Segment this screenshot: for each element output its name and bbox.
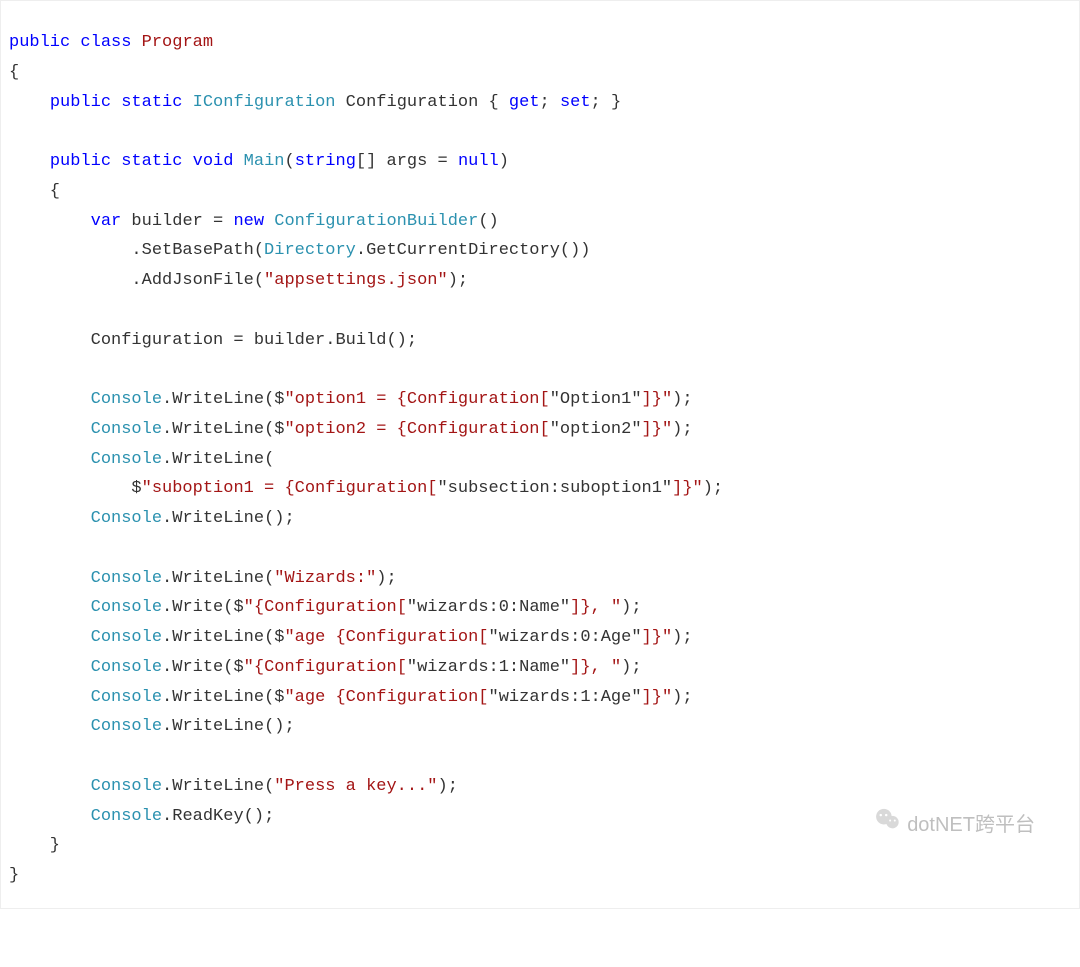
wechat-icon [840, 770, 901, 880]
code-content: public class Program { public static ICo… [9, 28, 1071, 891]
watermark-text: dotNET跨平台 [907, 808, 1035, 843]
code-block: public class Program { public static ICo… [0, 0, 1080, 909]
watermark: dotNET跨平台 [840, 770, 1035, 880]
